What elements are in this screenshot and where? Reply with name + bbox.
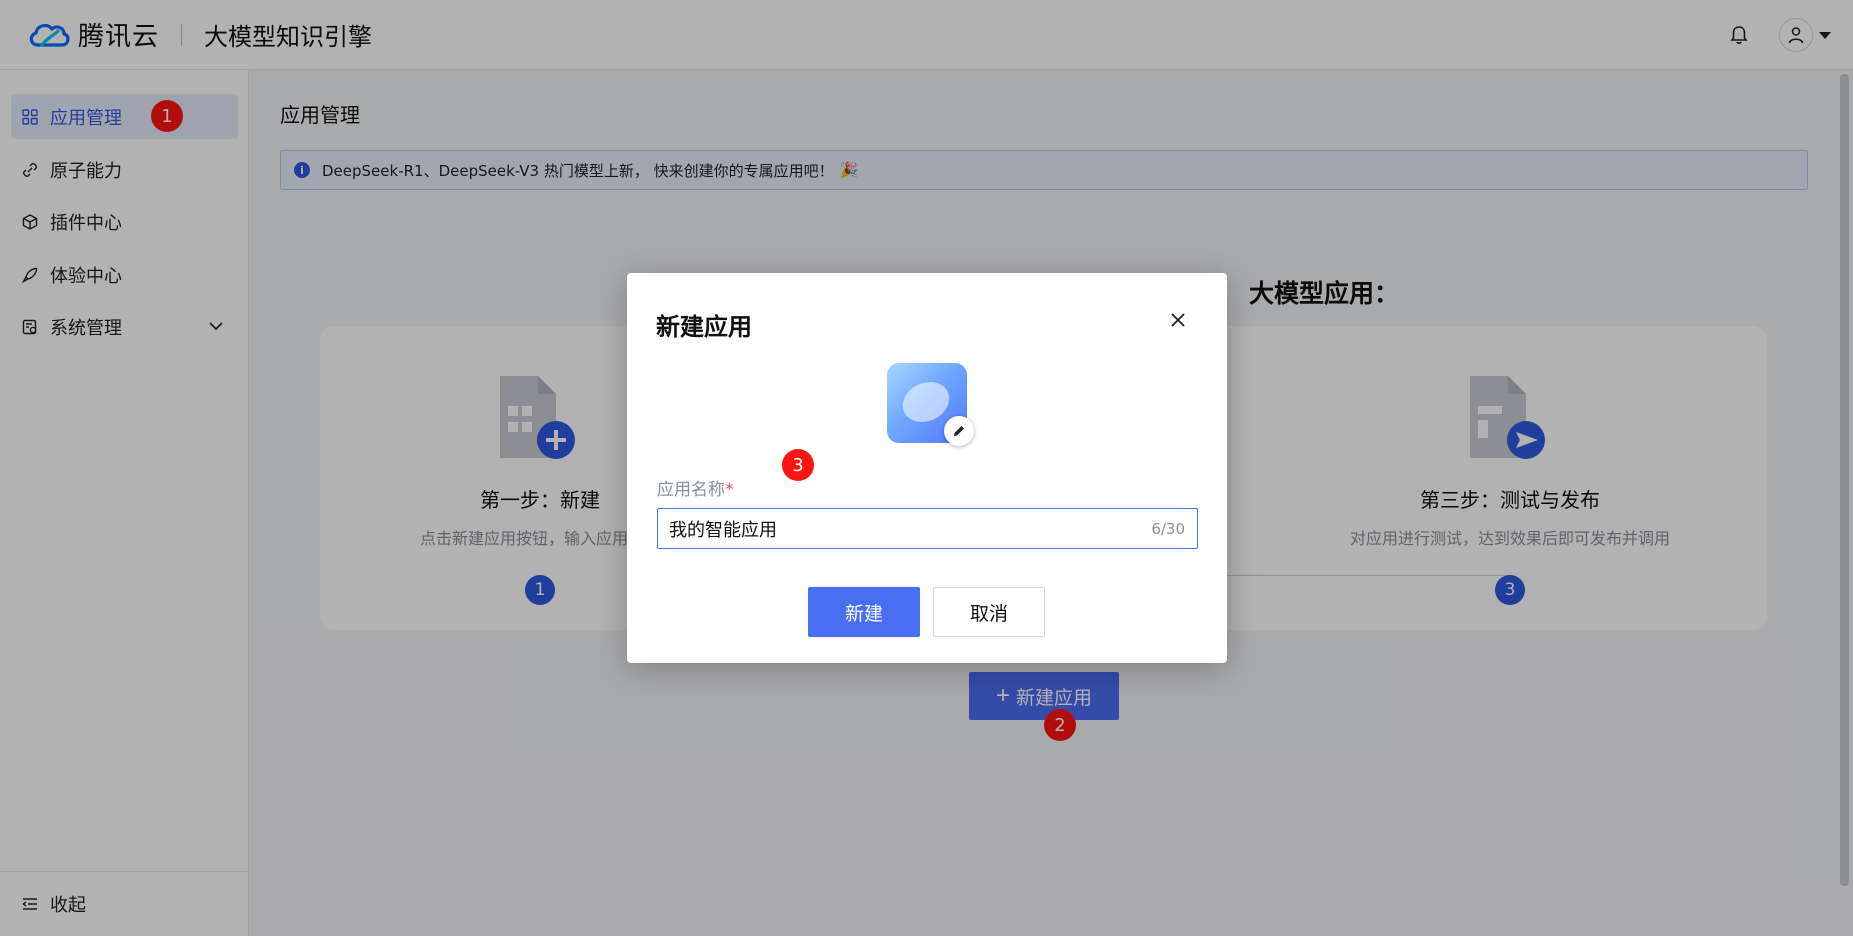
annotation-badge-3: 3 (782, 449, 814, 481)
cancel-button[interactable]: 取消 (933, 587, 1045, 637)
new-app-dialog: 新建应用 应用名称* 6/30 新建 取消 3 (627, 273, 1227, 663)
create-button[interactable]: 新建 (808, 587, 920, 637)
close-icon[interactable] (1167, 309, 1189, 331)
app-name-input[interactable] (658, 509, 1152, 548)
app-name-field[interactable]: 6/30 (657, 508, 1198, 549)
edit-pencil-icon[interactable] (944, 416, 974, 446)
app-name-label: 应用名称* (657, 480, 734, 500)
required-mark: * (725, 480, 734, 500)
dialog-title: 新建应用 (656, 313, 752, 341)
char-counter: 6/30 (1151, 519, 1185, 538)
